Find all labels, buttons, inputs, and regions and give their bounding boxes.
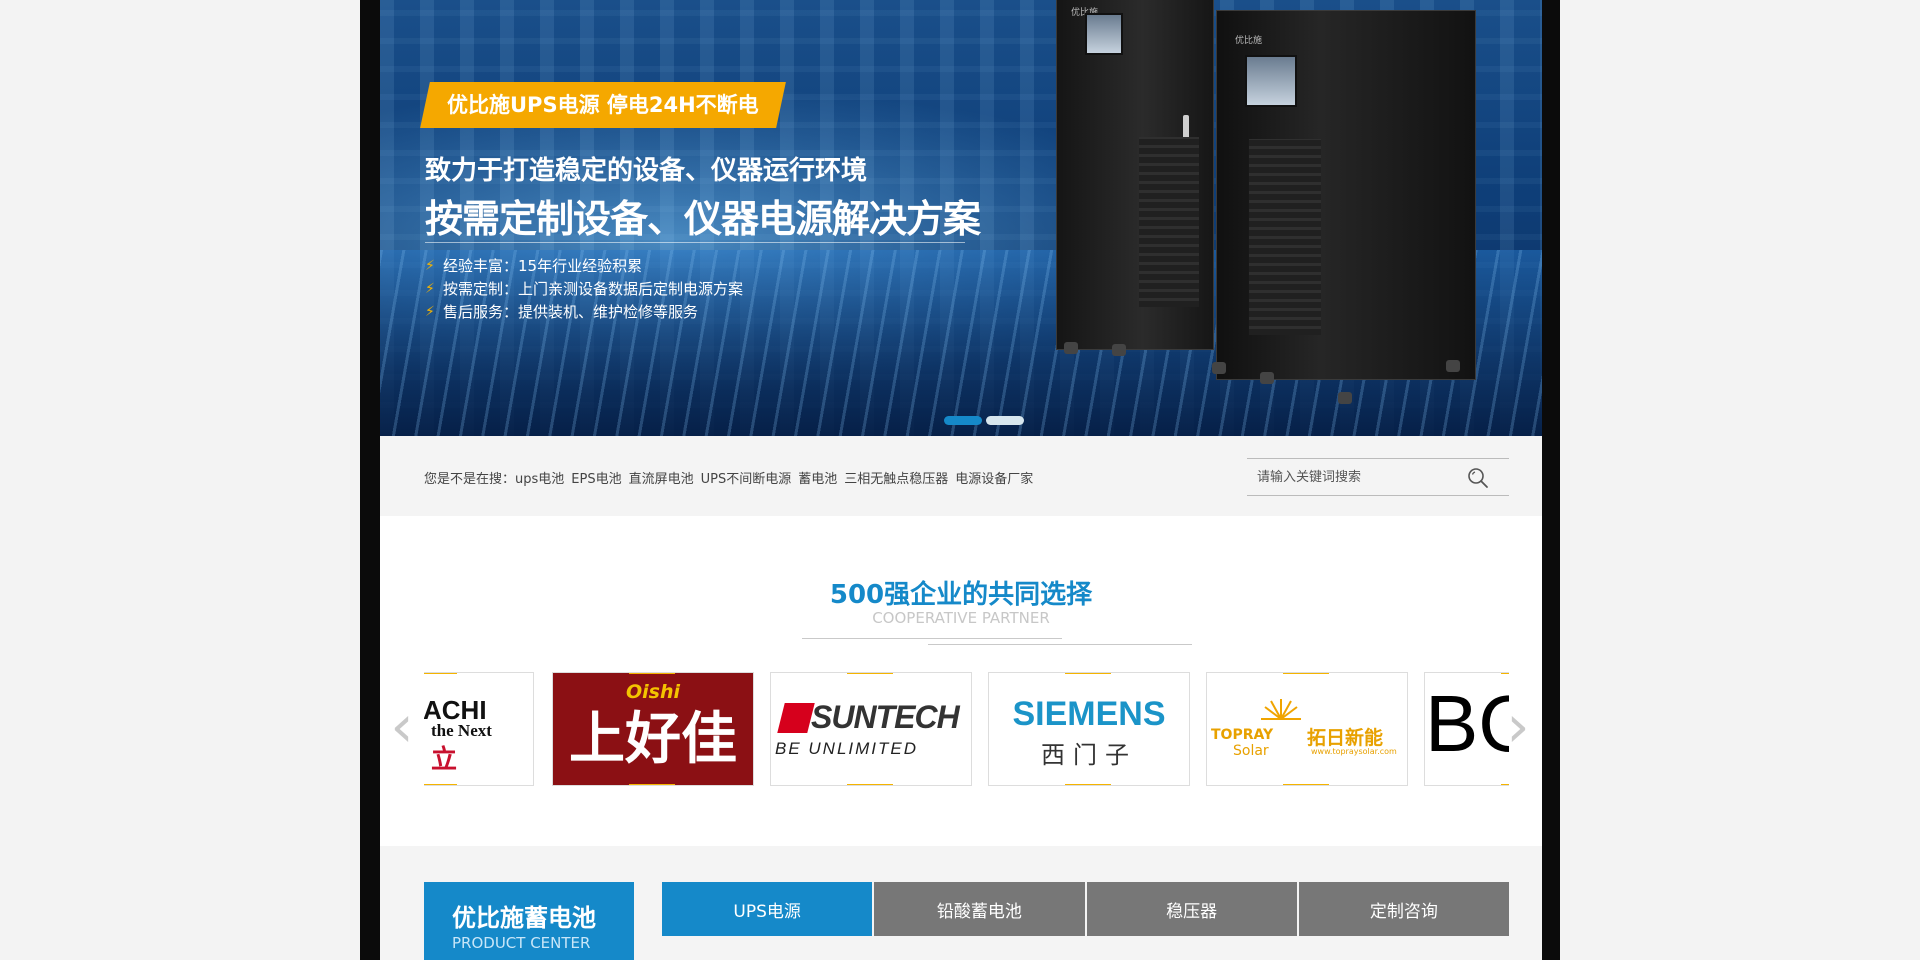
hot-keywords-label: 您是不是在搜：	[424, 472, 516, 487]
banner-feature-list: ⚡ 经验丰富：15年行业经验积累 ⚡ 按需定制：上门亲测设备数据后定制电源方案 ⚡ 售…	[425, 254, 743, 323]
product-tabs: UPS电源 铅酸蓄电池 稳压器 定制咨询	[662, 882, 1509, 936]
partner-logo-carousel: ACHI the Next 立 Oishi 上好佳 SUNTECH BE UNL…	[424, 670, 1509, 786]
hot-keyword-link[interactable]: 直流屏电池	[629, 472, 694, 487]
partner-logo-topray[interactable]: TOPRAY Solar 拓日新能 www.topraysolar.com	[1206, 672, 1408, 786]
siemens-wordmark: SIEMENS	[1012, 695, 1166, 733]
partners-divider	[802, 638, 1062, 639]
banner-tag: 优比施UPS电源 停电24H不断电	[420, 82, 786, 128]
bolt-icon: ⚡	[425, 280, 435, 297]
partners-subtitle: COOPERATIVE PARTNER	[872, 609, 1050, 627]
bosch-wordmark: BO	[1425, 679, 1509, 768]
hot-keywords: 您是不是在搜：ups电池 EPS电池 直流屏电池 UPS不间断电源 蓄电池 三相无触点稳压…	[424, 468, 1040, 487]
cabinet-screen	[1085, 13, 1123, 55]
oishi-wordmark: Oishi	[625, 681, 680, 703]
cabinet-foot	[1112, 344, 1126, 356]
cabinet-foot	[1338, 392, 1352, 404]
slider-dots	[944, 416, 1024, 425]
partner-logo-suntech[interactable]: SUNTECH BE UNLIMITED	[770, 672, 972, 786]
tab-custom-consult[interactable]: 定制咨询	[1298, 882, 1509, 936]
page-container: 优比施UPS电源 停电24H不断电 致力于打造稳定的设备、仪器运行环境 按需定制…	[380, 0, 1542, 960]
search-bar-row: 您是不是在搜：ups电池 EPS电池 直流屏电池 UPS不间断电源 蓄电池 三相无触点稳压…	[380, 436, 1542, 516]
cabinet-foot	[1212, 362, 1226, 374]
banner-divider	[425, 242, 965, 243]
partners-title: 500强企业的共同选择	[829, 580, 1093, 610]
tab-voltage-regulator[interactable]: 稳压器	[1086, 882, 1297, 936]
partner-logo-siemens[interactable]: SIEMENS 西门子	[988, 672, 1190, 786]
hitachi-cn: 立	[431, 745, 458, 775]
partner-logo-bosch[interactable]: BO	[1424, 672, 1509, 786]
banner-tag-text: 优比施UPS电源 停电24H不断电	[447, 93, 759, 117]
banner-headline-1: 致力于打造稳定的设备、仪器运行环境	[425, 156, 868, 186]
banner-feature-text: 经验丰富：15年行业经验积累	[443, 257, 643, 275]
product-center-subtitle: PRODUCT CENTER	[452, 934, 591, 952]
suntech-mark	[777, 703, 815, 733]
page-left-border	[360, 0, 380, 960]
banner-feature: ⚡ 经验丰富：15年行业经验积累	[425, 254, 743, 277]
slider-dot[interactable]	[986, 416, 1024, 425]
hot-keyword-link[interactable]: 三相无触点稳压器	[844, 472, 948, 487]
suntech-tagline: BE UNLIMITED	[775, 739, 919, 758]
hot-keyword-link[interactable]: ups电池	[515, 472, 564, 487]
partner-logo-oishi[interactable]: Oishi 上好佳	[552, 672, 754, 786]
ups-cabinet-image: 优比施	[1056, 0, 1214, 350]
partners-divider	[928, 644, 1192, 645]
hot-keyword-link[interactable]: UPS不间断电源	[701, 472, 792, 487]
banner-feature-text: 按需定制：上门亲测设备数据后定制电源方案	[443, 280, 744, 298]
hot-keyword-link[interactable]: EPS电池	[571, 472, 621, 487]
suntech-wordmark: SUNTECH	[811, 699, 960, 735]
cabinet-screen	[1245, 55, 1297, 107]
banner-feature: ⚡ 按需定制：上门亲测设备数据后定制电源方案	[425, 277, 743, 300]
topray-url: www.topraysolar.com	[1311, 747, 1397, 756]
cabinet-vents	[1139, 137, 1199, 307]
topray-solar: Solar	[1233, 743, 1269, 759]
product-center-box: 优比施蓄电池 PRODUCT CENTER	[424, 882, 634, 960]
chevron-left-icon[interactable]: ‹	[384, 697, 420, 758]
tab-ups[interactable]: UPS电源	[662, 882, 873, 936]
banner-headline-2: 按需定制设备、仪器电源解决方案	[425, 197, 981, 241]
cabinet-brand: 优比施	[1235, 36, 1263, 46]
oishi-cn: 上好佳	[569, 707, 737, 772]
topray-cn: 拓日新能	[1307, 727, 1384, 749]
product-center-title: 优比施蓄电池	[452, 904, 596, 932]
partner-logo-hitachi[interactable]: ACHI the Next 立	[424, 672, 534, 786]
slider-dot[interactable]	[944, 416, 982, 425]
hero-banner[interactable]: 优比施UPS电源 停电24H不断电 致力于打造稳定的设备、仪器运行环境 按需定制…	[380, 0, 1542, 436]
hitachi-slogan: the Next	[431, 721, 492, 740]
siemens-cn: 西门子	[1041, 741, 1137, 769]
search-box	[1247, 458, 1509, 496]
page-right-border	[1542, 0, 1560, 960]
topray-wordmark: TOPRAY	[1211, 727, 1274, 743]
cabinet-foot	[1446, 360, 1460, 372]
hot-keyword-link[interactable]: 电源设备厂家	[955, 472, 1033, 487]
hot-keyword-link[interactable]: 蓄电池	[798, 472, 837, 487]
search-input[interactable]	[1255, 465, 1459, 489]
tab-lead-acid-battery[interactable]: 铅酸蓄电池	[874, 882, 1085, 936]
cabinet-foot	[1260, 372, 1274, 384]
search-icon[interactable]	[1465, 465, 1491, 491]
bolt-icon: ⚡	[425, 303, 435, 320]
cabinet-foot	[1064, 342, 1078, 354]
ups-cabinet-image: 优比施	[1216, 10, 1476, 380]
banner-feature: ⚡ 售后服务：提供装机、维护检修等服务	[425, 300, 743, 323]
cabinet-vents	[1249, 139, 1321, 335]
banner-feature-text: 售后服务：提供装机、维护检修等服务	[443, 303, 699, 321]
bolt-icon: ⚡	[425, 257, 435, 274]
